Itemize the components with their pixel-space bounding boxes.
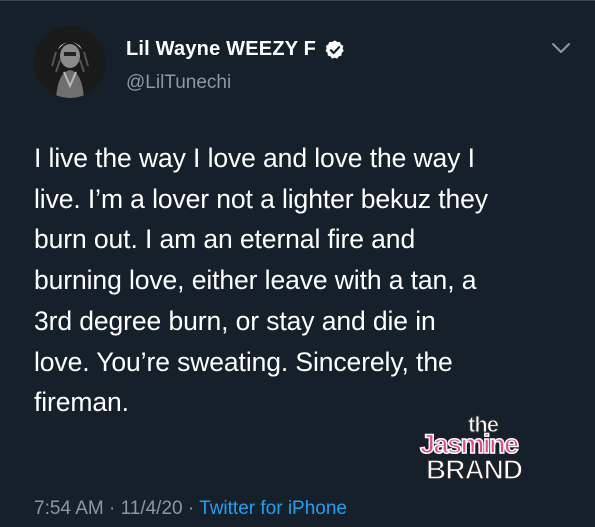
chevron-down-icon[interactable] [550,40,572,56]
tweet-line: I live the way I love and love the way I [34,143,475,173]
author-handle[interactable]: @LilTunechi [126,72,231,94]
avatar-image [34,26,106,98]
meta-separator: · [187,498,195,519]
author-name-row[interactable]: Lil Wayne WEEZY F [126,38,346,61]
tweet-time[interactable]: 7:54 AM [34,498,104,519]
tweet-source-link[interactable]: Twitter for iPhone [199,498,347,519]
verified-badge-icon [324,39,346,61]
tweet-line: burn out. I am an eternal fire and [34,224,416,255]
tweet-line: burning love, either leave with a tan, a [34,265,477,296]
watermark-brand: BRAND [425,453,524,486]
tweet-metadata: 7:54 AM · 11/4/20 · Twitter for iPhone [34,498,347,520]
avatar[interactable] [34,26,106,98]
top-divider [0,0,595,1]
tweet-line: 3rd degree burn, or stay and die in [34,305,436,336]
watermark-logo: the Jasmine BRAND [419,412,550,490]
meta-separator: · [109,498,116,519]
author-name[interactable]: Lil Wayne WEEZY F [126,38,316,61]
tweet-line: love. You’re sweating. Sincerely, the [34,346,453,377]
tweet-date[interactable]: 11/4/20 [121,498,183,519]
tweet-line: live. I’m a lover not a lighter bekuz th… [34,183,488,214]
tweet-text: I live the way I love and love the way I… [34,138,574,423]
